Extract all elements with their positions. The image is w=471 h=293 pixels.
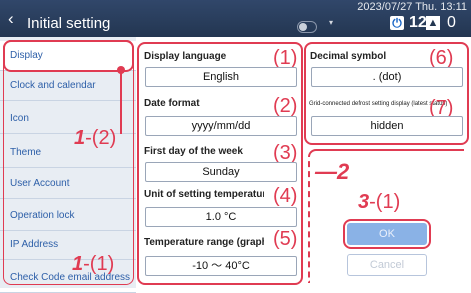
date-format-label: Date format (144, 98, 200, 109)
warning-icon: ▲ (426, 16, 440, 30)
date-format-field[interactable]: yyyy/mm/dd (145, 116, 297, 136)
chevron-down-icon[interactable]: ▾ (329, 18, 333, 27)
toggle-dot (299, 23, 307, 31)
header-bar: ‹ Initial setting ▾ 2023/07/27 Thu. 13:1… (0, 0, 471, 37)
num-2: (2) (273, 95, 298, 117)
annotation-1-1: 1-(1) (72, 253, 115, 275)
range-label: Temperature range (graph) (144, 237, 264, 248)
annotation-3-1: 3-(1) (358, 191, 401, 213)
ok-button[interactable]: OK (347, 223, 427, 245)
num-1: (1) (273, 47, 298, 69)
sidebar-highlight (3, 40, 134, 285)
annotation-2: —2 (315, 159, 350, 184)
cancel-button[interactable]: Cancel (347, 254, 427, 276)
num-7: (7) (429, 97, 454, 119)
decimal-symbol-label: Decimal symbol (310, 51, 387, 62)
back-icon[interactable]: ‹ (8, 10, 14, 27)
num-6: (6) (429, 47, 454, 69)
page-title: Initial setting (27, 15, 111, 32)
datetime: 2023/07/27 Thu. 13:11 (357, 1, 467, 13)
first-day-field[interactable]: Sunday (145, 162, 297, 182)
power-icon: ⏻ (390, 16, 404, 30)
range-field[interactable]: -10 ～ 40°C (145, 256, 297, 276)
display-language-field[interactable]: English (145, 67, 297, 87)
first-day-label: First day of the week (144, 146, 243, 157)
num-5: (5) (273, 228, 298, 250)
unit-field[interactable]: 1.0 °C (145, 207, 297, 227)
defrost-field[interactable]: hidden (311, 116, 463, 136)
num-3: (3) (273, 142, 298, 164)
warning-count: 0 (447, 14, 456, 31)
display-language-label: Display language (144, 51, 227, 62)
decimal-symbol-field[interactable]: . (dot) (311, 67, 463, 87)
unit-label: Unit of setting temperature (144, 189, 264, 200)
num-4: (4) (273, 185, 298, 207)
toggle-switch[interactable] (297, 21, 317, 33)
